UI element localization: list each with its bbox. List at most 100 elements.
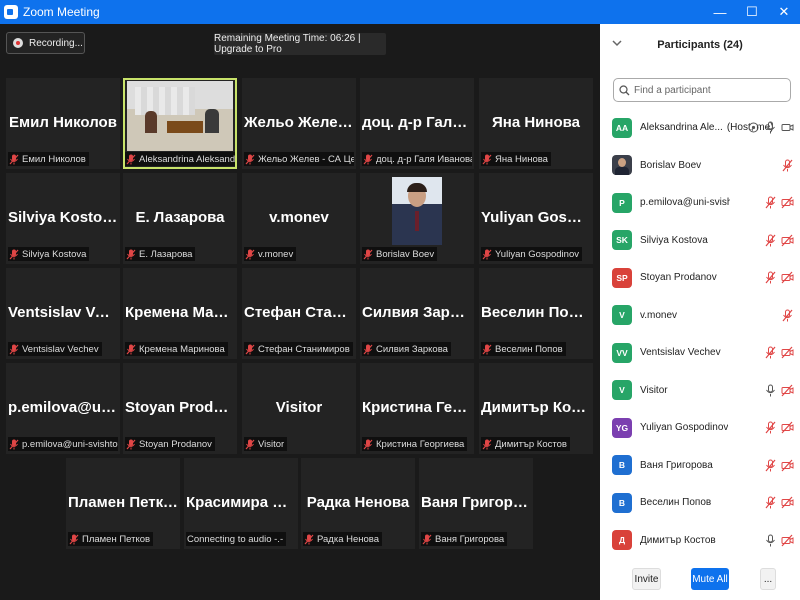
invite-button[interactable]: Invite [632,568,661,590]
participant-name: Димитър Костов [640,534,716,546]
mic-muted-icon [363,249,373,259]
mic-icon[interactable] [764,121,777,134]
video-off-icon[interactable] [781,459,794,472]
video-off-icon[interactable] [781,271,794,284]
tile-caption: Aleksandrina Aleksandrova [125,152,235,166]
participant-tile[interactable]: v.monev v.monev [242,173,356,264]
participant-tile[interactable]: доц. д-р Галя... доц. д-р Галя Иванова -.… [360,78,474,169]
participant-tile[interactable]: Visitor Visitor [242,363,356,454]
video-off-icon[interactable] [781,234,794,247]
tile-caption-text: Силвия Заркова [376,343,448,355]
tile-caption-text: Aleksandrina Aleksandrova [139,153,235,165]
video-off-icon[interactable] [781,496,794,509]
participant-status [764,222,794,260]
avatar: V [612,380,632,401]
mic-muted-icon [126,249,136,259]
video-off-icon[interactable] [781,384,794,397]
tile-name: Ваня Григорова [421,494,531,511]
participants-title: Participants (24) [657,39,743,51]
mic-muted-icon[interactable] [764,346,777,359]
participant-search[interactable] [613,78,791,102]
participant-row[interactable]: SK Silviya Kostova [600,222,800,260]
meeting-timer-banner[interactable]: Remaining Meeting Time: 06:26 | Upgrade … [214,33,386,55]
mic-muted-icon [245,154,255,164]
tile-caption-text: v.monev [258,248,294,260]
mic-muted-icon[interactable] [764,421,777,434]
mic-muted-icon[interactable] [764,234,777,247]
participant-row[interactable]: VV Ventsislav Vechev [600,334,800,372]
video-icon[interactable] [781,121,794,134]
participant-tile[interactable]: Stoyan Prodanov Stoyan Prodanov [123,363,237,454]
chevron-down-icon[interactable] [612,38,622,48]
mic-muted-icon [9,249,19,259]
more-options-button[interactable]: ... [760,568,776,590]
participant-tile[interactable]: Ventsislav Vechev Ventsislav Vechev [6,268,120,359]
avatar: В [612,455,632,476]
participant-tile[interactable]: Кристина Георг... Кристина Георгиева [360,363,474,454]
participant-tile[interactable]: Borislav Boev [360,173,474,264]
tile-caption: Димитър Костов [481,437,570,451]
mic-muted-icon[interactable] [781,159,794,172]
participant-row[interactable]: Д Димитър Костов [600,522,800,560]
participant-tile[interactable]: Yuliyan Gospod... Yuliyan Gospodinov [479,173,593,264]
close-button[interactable]: ✕ [768,0,800,24]
tile-name: Яна Нинова [492,114,580,131]
tile-caption: Веселин Попов [481,342,566,356]
participant-row[interactable]: Borislav Boev [600,147,800,185]
participant-tile[interactable]: Silviya Kostova Silviya Kostova [6,173,120,264]
recording-indicator[interactable]: Recording... [6,32,85,54]
participant-status [764,447,794,485]
mic-muted-icon[interactable] [764,459,777,472]
participant-tile[interactable]: Ваня Григорова Ваня Григорова [419,458,533,549]
participant-row[interactable]: В Веселин Попов [600,484,800,522]
participant-row[interactable]: YG Yuliyan Gospodinov [600,409,800,447]
video-off-icon[interactable] [781,346,794,359]
avatar: SK [612,230,632,251]
participant-tile[interactable]: Е. Лазарова Е. Лазарова [123,173,237,264]
participant-row[interactable]: В Ваня Григорова [600,447,800,485]
mic-muted-icon [363,154,373,164]
participant-row[interactable]: AA Aleksandrina Ale... (Host, me) [600,109,800,147]
tile-caption-text: Яна Нинова [495,153,548,165]
participant-tile[interactable]: Пламен Петков Пламен Петков [66,458,180,549]
participant-tile[interactable]: Aleksandrina Aleksandrova [123,78,237,169]
search-input[interactable] [634,84,784,96]
participant-tile[interactable]: Емил Николов Емил Николов [6,78,120,169]
maximize-button[interactable]: ☐ [736,0,768,24]
participant-row[interactable]: Pp.emilova@uni-svishtov.bg [600,184,800,222]
participant-name: Yuliyan Gospodinov [640,422,729,434]
mic-muted-icon[interactable] [764,496,777,509]
mic-icon[interactable] [764,384,777,397]
window-title: Zoom Meeting [23,5,100,19]
video-off-icon[interactable] [781,534,794,547]
mic-muted-icon [482,154,492,164]
participant-tile[interactable]: Димитър Костов Димитър Костов [479,363,593,454]
mic-muted-icon[interactable] [764,196,777,209]
participant-tile[interactable]: Яна Нинова Яна Нинова [479,78,593,169]
video-off-icon[interactable] [781,421,794,434]
participant-tile[interactable]: Стефан Станим... Стефан Станимиров [242,268,356,359]
participant-row[interactable]: V Visitor [600,372,800,410]
mic-icon[interactable] [764,534,777,547]
participant-name: v.monev [640,309,678,321]
participant-tile[interactable]: Жельо Желев -... Жельо Желев - СА Ценов [242,78,356,169]
participant-tile[interactable]: Радка Ненова Радка Ненова [301,458,415,549]
tile-caption: Connecting to audio -.- [186,532,287,546]
participant-tile[interactable]: p.emilova@uni-... p.emilova@uni-svishtov.… [6,363,120,454]
tile-caption-text: Visitor [258,438,285,450]
participant-row[interactable]: Vv.monev [600,297,800,335]
video-off-icon[interactable] [781,196,794,209]
participant-tile[interactable]: Веселин Попов Веселин Попов [479,268,593,359]
tile-name: Е. Лазарова [135,209,225,226]
tile-name: Yuliyan Gospod... [481,209,591,226]
participant-tile[interactable]: Кремена Мари... Кремена Маринова [123,268,237,359]
participant-row[interactable]: SP Stoyan Prodanov [600,259,800,297]
mic-muted-icon[interactable] [781,309,794,322]
recording-label: Recording... [29,37,83,49]
participant-tile[interactable]: Красимира Сла... Connecting to audio -.- [184,458,298,549]
participant-tile[interactable]: Силвия Заркова Силвия Заркова [360,268,474,359]
mic-muted-icon[interactable] [764,271,777,284]
tile-caption: Пламен Петков [68,532,154,546]
minimize-button[interactable]: — [704,0,736,24]
mute-all-button[interactable]: Mute All [691,568,729,590]
